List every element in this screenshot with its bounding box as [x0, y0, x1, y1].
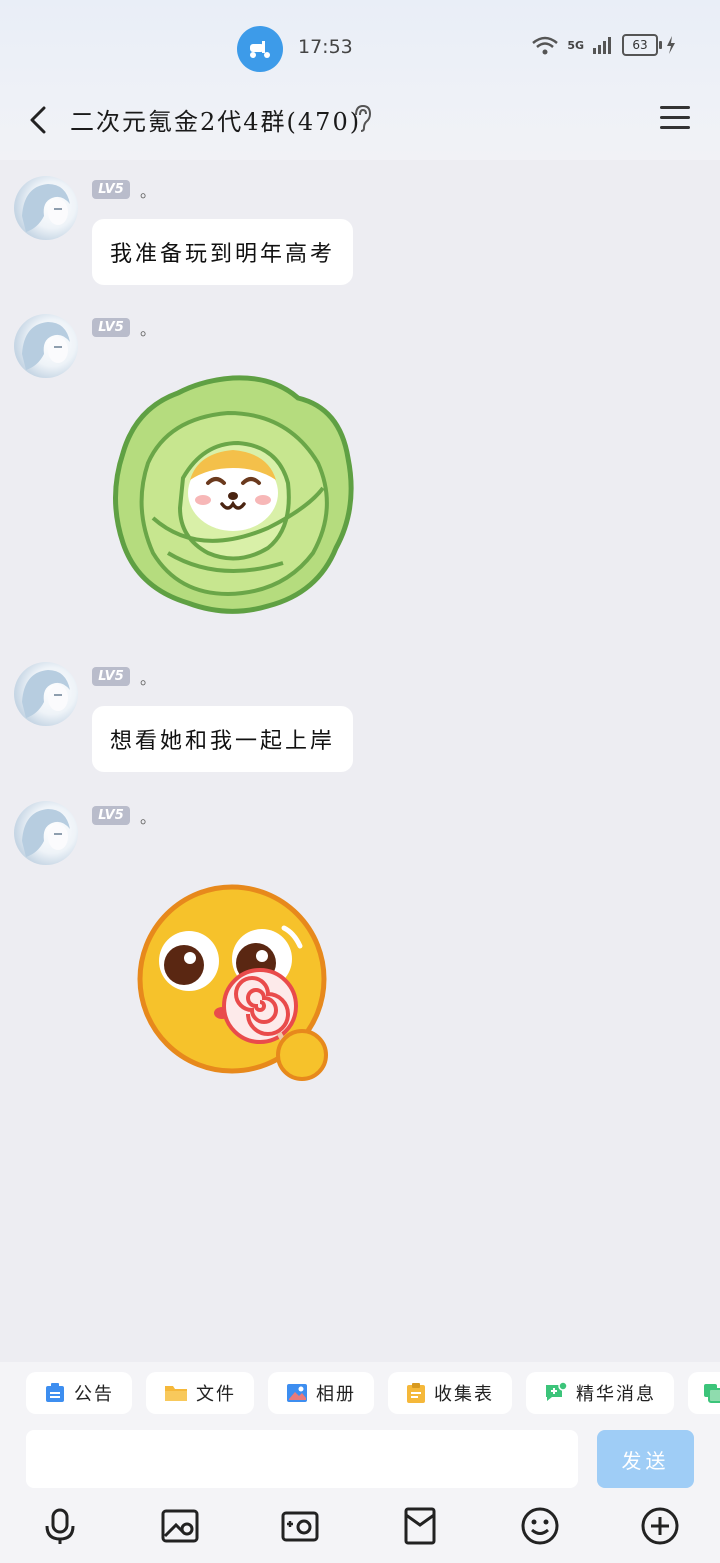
status-indicators: 5G 63: [531, 34, 676, 56]
group-title[interactable]: 二次元氪金2代4群(470): [70, 102, 361, 137]
album-icon: [287, 1384, 307, 1402]
clipboard-icon: [407, 1383, 425, 1403]
quick-action-essence[interactable]: 精华消息: [526, 1372, 674, 1414]
battery-indicator: 63: [622, 34, 662, 56]
scooter-icon: [237, 26, 283, 72]
bottom-toolbar: [0, 1506, 720, 1554]
composer-panel: 公告 文件 相册 收集表 精华消息 发送: [0, 1362, 720, 1563]
lollipop-emoji-sticker[interactable]: [134, 883, 334, 1083]
status-time: 17:53: [298, 36, 353, 58]
menu-icon[interactable]: [660, 104, 690, 132]
charging-icon: [667, 36, 675, 54]
quick-action-collection-form[interactable]: 收集表: [388, 1372, 512, 1414]
cabbage-dog-sticker[interactable]: [108, 368, 358, 618]
level-badge: LV5: [92, 180, 130, 199]
quick-action-label: 文件: [196, 1384, 236, 1405]
quick-action-announcement[interactable]: 公告: [26, 1372, 132, 1414]
quick-action-label: 公告: [74, 1384, 114, 1405]
quick-action-more[interactable]: [688, 1372, 720, 1414]
send-button[interactable]: 发送: [597, 1430, 694, 1488]
avatar[interactable]: [14, 314, 78, 378]
announcement-icon: [46, 1383, 64, 1402]
signal-icon: [593, 37, 611, 54]
level-badge: LV5: [92, 318, 130, 337]
status-bar: 17:53 5G 63: [0, 0, 720, 96]
message-input[interactable]: [26, 1430, 578, 1488]
title-bar: 二次元氪金2代4群(470): [0, 88, 720, 148]
ear-icon[interactable]: [352, 104, 374, 132]
microphone-icon[interactable]: [40, 1506, 80, 1546]
quick-action-album[interactable]: 相册: [268, 1372, 374, 1414]
back-icon[interactable]: [20, 100, 60, 140]
red-packet-icon[interactable]: [400, 1506, 440, 1546]
quick-action-label: 精华消息: [576, 1384, 656, 1405]
level-badge: LV5: [92, 806, 130, 825]
sender-nickname[interactable]: 。: [140, 665, 156, 689]
avatar[interactable]: [14, 801, 78, 865]
quick-action-bar: 公告 文件 相册 收集表 精华消息: [26, 1372, 720, 1414]
emoji-icon[interactable]: [520, 1506, 560, 1546]
quick-action-label: 收集表: [434, 1384, 494, 1405]
essence-message-icon: [546, 1382, 568, 1401]
quick-action-label: 相册: [316, 1384, 356, 1405]
chat-header: 17:53 5G 63 二次元氪金2代4群(470): [0, 0, 720, 160]
folder-icon: [165, 1386, 187, 1401]
quick-action-files[interactable]: 文件: [146, 1372, 254, 1414]
image-icon[interactable]: [160, 1506, 200, 1546]
sender-nickname[interactable]: 。: [140, 178, 156, 202]
plus-icon[interactable]: [640, 1506, 680, 1546]
sender-nickname[interactable]: 。: [140, 316, 156, 340]
avatar[interactable]: [14, 662, 78, 726]
camera-icon[interactable]: [280, 1506, 320, 1546]
sender-nickname[interactable]: 。: [140, 804, 156, 828]
avatar[interactable]: [14, 176, 78, 240]
wifi-icon: [532, 36, 559, 55]
message-bubble[interactable]: 我准备玩到明年高考: [92, 219, 354, 285]
copy-icon: [704, 1384, 720, 1403]
message-bubble[interactable]: 想看她和我一起上岸: [92, 706, 354, 772]
network-type: 5G: [567, 38, 584, 52]
level-badge: LV5: [92, 667, 130, 686]
